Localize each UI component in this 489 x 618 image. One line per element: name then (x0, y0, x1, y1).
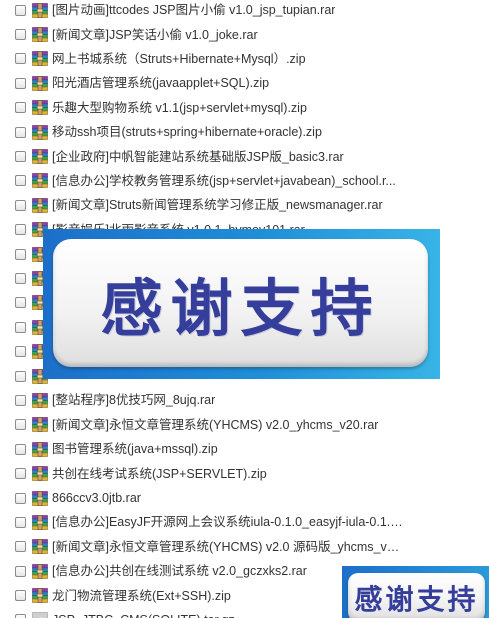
file-checkbox[interactable] (15, 614, 26, 618)
file-name-link[interactable]: 移动ssh项目(struts+spring+hibernate+oracle).… (52, 124, 322, 140)
file-name-link[interactable]: 阳光酒店管理系统(javaapplet+SQL).zip (52, 75, 269, 91)
file-row: [新闻文章]永恒文章管理系统(YHCMS) v2.0 源码版_yhcms_v20… (0, 535, 489, 559)
winrar-archive-icon (32, 173, 48, 189)
thanks-banner-small: 感谢支持 (342, 566, 489, 618)
file-row: [信息办公]学校教务管理系统(jsp+servlet+javabean)_sch… (0, 169, 489, 193)
file-row: 阳光酒店管理系统(javaapplet+SQL).zip (0, 71, 489, 95)
file-row: [新闻文章]Struts新闻管理系统学习修正版_newsmanager.rar (0, 193, 489, 217)
file-checkbox[interactable] (15, 102, 26, 114)
file-row: [信息办公]EasyJF开源网上会议系统iula-0.1.0_easyjf-iu… (0, 510, 489, 534)
winrar-archive-icon (32, 490, 48, 506)
thanks-banner: 感谢支持 (43, 229, 440, 379)
file-name-link[interactable]: 龙门物流管理系统(Ext+SSH).zip (52, 588, 231, 604)
file-name-link[interactable]: [新闻文章]Struts新闻管理系统学习修正版_newsmanager.rar (52, 197, 383, 213)
winrar-archive-icon (32, 588, 48, 603)
file-name-link[interactable]: [新闻文章]永恒文章管理系统(YHCMS) v2.0 源码版_yhcms_v20… (52, 539, 404, 555)
file-checkbox[interactable] (15, 151, 26, 163)
file-name-link[interactable]: [信息办公]EasyJF开源网上会议系统iula-0.1.0_easyjf-iu… (52, 514, 404, 530)
file-name-link[interactable]: [新闻文章]永恒文章管理系统(YHCMS) v2.0_yhcms_v20.rar (52, 417, 378, 433)
file-checkbox[interactable] (15, 541, 26, 553)
file-checkbox[interactable] (15, 394, 26, 406)
file-checkbox[interactable] (15, 516, 26, 528)
file-row: [新闻文章]JSP笑话小偷 v1.0_joke.rar (0, 22, 489, 46)
file-checkbox[interactable] (15, 492, 26, 504)
file-checkbox[interactable] (15, 443, 26, 455)
thanks-banner-plate: 感谢支持 (53, 239, 428, 367)
winrar-archive-icon (32, 2, 48, 18)
file-name-link[interactable]: [信息办公]共创在线测试系统 v2.0_gczxks2.rar (52, 563, 307, 579)
file-checkbox[interactable] (15, 4, 26, 16)
file-name-link[interactable]: 乐趣大型购物系统 v1.1(jsp+servlet+mysql).zip (52, 100, 307, 116)
thanks-banner-small-plate: 感谢支持 (348, 573, 485, 618)
file-row: 乐趣大型购物系统 v1.1(jsp+servlet+mysql).zip (0, 96, 489, 120)
file-row: [新闻文章]永恒文章管理系统(YHCMS) v2.0_yhcms_v20.rar (0, 413, 489, 437)
winrar-archive-icon (32, 563, 48, 579)
file-checkbox[interactable] (15, 565, 26, 577)
file-name-link[interactable]: [信息办公]学校教务管理系统(jsp+servlet+javabean)_sch… (52, 173, 396, 189)
file-row: [企业政府]中帆智能建站系统基础版JSP版_basic3.rar (0, 144, 489, 168)
file-checkbox[interactable] (15, 29, 26, 41)
file-row: 移动ssh项目(struts+spring+hibernate+oracle).… (0, 120, 489, 144)
file-checkbox[interactable] (15, 346, 26, 358)
file-row: 图书管理系统(java+mssql).zip (0, 437, 489, 461)
file-name-link[interactable]: 图书管理系统(java+mssql).zip (52, 441, 218, 457)
winrar-archive-icon (32, 51, 48, 67)
file-name-link[interactable]: 网上书城系统（Struts+Hibernate+Mysql）.zip (52, 51, 306, 67)
file-checkbox[interactable] (15, 126, 26, 138)
winrar-archive-icon (32, 100, 48, 116)
winrar-archive-icon (32, 515, 48, 530)
file-list-page: [图片动画]ttcodes JSP图片小偷 v1.0_jsp_tupian.ra… (0, 0, 489, 618)
file-name-link[interactable]: [新闻文章]JSP笑话小偷 v1.0_joke.rar (52, 27, 258, 43)
generic-archive-icon (32, 612, 48, 618)
file-checkbox[interactable] (15, 468, 26, 480)
file-checkbox[interactable] (15, 53, 26, 65)
file-checkbox[interactable] (15, 297, 26, 309)
file-row: 866ccv3.0jtb.rar (0, 486, 489, 510)
file-row: 共创在线考试系统(JSP+SERVLET).zip (0, 461, 489, 485)
file-checkbox[interactable] (15, 224, 26, 236)
file-row: [整站程序]8优技巧网_8ujq.rar (0, 388, 489, 412)
file-name-link[interactable]: [整站程序]8优技巧网_8ujq.rar (52, 392, 215, 408)
winrar-archive-icon (32, 441, 48, 457)
winrar-archive-icon (32, 76, 48, 91)
thanks-banner-text: 感谢支持 (100, 272, 381, 345)
winrar-archive-icon (32, 539, 48, 555)
winrar-archive-icon (32, 393, 48, 408)
file-checkbox[interactable] (15, 370, 26, 382)
winrar-archive-icon (32, 149, 48, 164)
file-name-link[interactable]: 866ccv3.0jtb.rar (52, 490, 141, 506)
file-checkbox[interactable] (15, 272, 26, 284)
thanks-banner-small-text: 感谢支持 (354, 582, 479, 616)
file-name-link[interactable]: 共创在线考试系统(JSP+SERVLET).zip (52, 466, 267, 482)
winrar-archive-icon (32, 124, 48, 140)
winrar-archive-icon (32, 466, 48, 481)
winrar-archive-icon (32, 198, 48, 213)
file-name-link[interactable]: [企业政府]中帆智能建站系统基础版JSP版_basic3.rar (52, 149, 344, 165)
file-checkbox[interactable] (15, 248, 26, 260)
file-row: [图片动画]ttcodes JSP图片小偷 v1.0_jsp_tupian.ra… (0, 0, 489, 22)
winrar-archive-icon (32, 27, 48, 42)
file-checkbox[interactable] (15, 590, 26, 602)
file-checkbox[interactable] (15, 175, 26, 187)
file-name-link[interactable]: JSP_JTBC_CMS(SQLITE).tar.gz (52, 612, 235, 618)
file-checkbox[interactable] (15, 77, 26, 89)
file-checkbox[interactable] (15, 321, 26, 333)
file-row: 网上书城系统（Struts+Hibernate+Mysql）.zip (0, 47, 489, 71)
file-checkbox[interactable] (15, 419, 26, 431)
file-name-link[interactable]: [图片动画]ttcodes JSP图片小偷 v1.0_jsp_tupian.ra… (52, 2, 335, 18)
file-checkbox[interactable] (15, 199, 26, 211)
winrar-archive-icon (32, 417, 48, 433)
